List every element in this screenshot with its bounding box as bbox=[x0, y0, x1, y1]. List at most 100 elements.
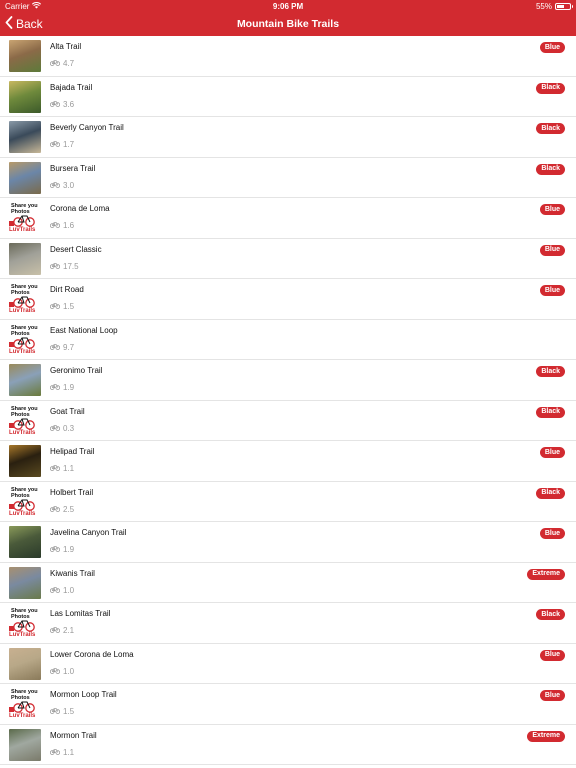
trail-row[interactable]: Bursera Trail 3.0 Black bbox=[0, 158, 576, 198]
trail-row[interactable]: Alta Trail 4.7 Blue bbox=[0, 36, 576, 77]
logo-text: LuvTrails bbox=[9, 308, 36, 314]
trail-row[interactable]: Helipad Trail 1.1 Blue bbox=[0, 441, 576, 482]
trail-content: Lower Corona de Loma 1.0 Blue bbox=[41, 644, 576, 684]
share-photos-placeholder: Share you Photos LuvTrails bbox=[9, 607, 41, 639]
trail-content: Bajada Trail 3.6 Black bbox=[41, 77, 576, 117]
bike-icon bbox=[49, 464, 61, 473]
trail-content: Javelina Canyon Trail 1.9 Blue bbox=[41, 522, 576, 562]
trail-photo bbox=[9, 40, 41, 72]
trail-row[interactable]: Share you Photos LuvTrails East National Lo… bbox=[0, 320, 576, 360]
trail-content: Beverly Canyon Trail 1.7 Black bbox=[41, 117, 576, 157]
distance-value: 1.9 bbox=[63, 545, 75, 554]
trail-row[interactable]: Bajada Trail 3.6 Black bbox=[0, 77, 576, 117]
logo-text: LuvTrails bbox=[9, 510, 36, 517]
share-photos-placeholder: Share you Photos LuvTrails bbox=[9, 202, 41, 234]
trail-row[interactable]: Share you Photos LuvTrails Dirt Road 1.5 Blue bbox=[0, 279, 576, 320]
nav-bar: Back Mountain Bike Trails bbox=[0, 12, 576, 36]
trail-photo bbox=[9, 445, 41, 477]
status-right: 55% bbox=[536, 2, 573, 11]
trail-photo bbox=[9, 647, 41, 680]
wifi-icon bbox=[32, 1, 42, 11]
trail-row[interactable]: Kiwanis Trail 1.0 Extreme bbox=[0, 563, 576, 603]
trail-content: Holbert Trail 2.5 Black bbox=[41, 482, 576, 522]
difficulty-badge: Black bbox=[536, 406, 565, 418]
status-time: 9:06 PM bbox=[272, 1, 304, 11]
carrier-label: Carrier bbox=[5, 1, 30, 11]
trail-row[interactable]: Mormon Trail 1.1 Extreme bbox=[0, 725, 576, 765]
trail-content: Las Lomitas Trail 2.1 Black bbox=[41, 603, 576, 643]
share-photos-placeholder: Share you Photos LuvTrails bbox=[9, 283, 41, 315]
trail-distance: 1.5 bbox=[49, 707, 74, 716]
trail-distance: 1.1 bbox=[49, 747, 75, 757]
trail-distance: 1.1 bbox=[49, 464, 74, 473]
trail-distance: 1.9 bbox=[49, 383, 74, 392]
trail-content: Goat Trail 0.3 Black bbox=[41, 401, 576, 441]
bike-icon bbox=[49, 181, 61, 190]
status-bar: Carrier 9:06 PM 55% bbox=[0, 0, 576, 12]
trail-row[interactable]: Share you Photos LuvTrails Goat Trail 0.3 Bla… bbox=[0, 401, 576, 441]
bike-icon bbox=[49, 343, 61, 352]
trail-distance: 1.5 bbox=[49, 302, 75, 311]
difficulty-badge: Blue bbox=[539, 244, 565, 256]
trail-content: Bursera Trail 3.0 Black bbox=[41, 158, 576, 198]
trail-name: Javelina Canyon Trail bbox=[50, 528, 127, 537]
distance-value: 3.0 bbox=[63, 180, 75, 190]
trail-photo bbox=[9, 526, 41, 558]
back-button[interactable]: Back bbox=[0, 16, 43, 32]
bike-icon bbox=[49, 59, 61, 68]
bike-icon bbox=[49, 586, 61, 595]
trail-distance: 3.6 bbox=[49, 100, 74, 109]
trail-row[interactable]: Javelina Canyon Trail 1.9 Blue bbox=[0, 522, 576, 563]
logo-text: LuvTrails bbox=[9, 713, 36, 719]
distance-value: 1.6 bbox=[63, 221, 75, 230]
distance-value: 1.1 bbox=[63, 747, 75, 757]
chevron-left-icon bbox=[5, 16, 13, 32]
trail-photo bbox=[9, 728, 41, 761]
difficulty-badge: Blue bbox=[539, 528, 565, 539]
trail-name: Goat Trail bbox=[50, 406, 85, 416]
difficulty-badge: Black bbox=[536, 366, 565, 377]
share-photos-placeholder: Share you Photos LuvTrails bbox=[9, 688, 41, 720]
trail-name: Las Lomitas Trail bbox=[50, 609, 111, 618]
trail-name: Desert Classic bbox=[50, 244, 102, 254]
trail-content: Geronimo Trail 1.9 Black bbox=[41, 360, 576, 400]
bike-icon bbox=[49, 626, 61, 635]
trail-name: Beverly Canyon Trail bbox=[50, 123, 124, 132]
difficulty-badge: Blue bbox=[539, 447, 565, 458]
trail-distance: 0.3 bbox=[49, 423, 75, 433]
trail-row[interactable]: Share you Photos LuvTrails Mormon Loop Trai… bbox=[0, 684, 576, 725]
trail-row[interactable]: Share you Photos LuvTrails Corona de Loma 1.… bbox=[0, 198, 576, 239]
difficulty-badge: Blue bbox=[539, 649, 565, 661]
status-left: Carrier bbox=[5, 1, 42, 11]
distance-value: 1.5 bbox=[63, 302, 75, 311]
bike-icon bbox=[49, 262, 61, 271]
trail-distance: 1.6 bbox=[49, 221, 75, 230]
back-label: Back bbox=[16, 17, 43, 31]
distance-value: 17.5 bbox=[63, 261, 79, 271]
battery-icon bbox=[555, 2, 573, 10]
trail-photo bbox=[9, 242, 41, 275]
bike-icon bbox=[49, 140, 61, 149]
trail-content: East National Loop 9.7 bbox=[41, 320, 576, 360]
trail-content: Dirt Road 1.5 Blue bbox=[41, 279, 576, 319]
trail-row[interactable]: Lower Corona de Loma 1.0 Blue bbox=[0, 644, 576, 684]
trail-row[interactable]: Share you Photos LuvTrails Holbert Trail 2.5… bbox=[0, 482, 576, 522]
trail-name: Mormon Loop Trail bbox=[50, 690, 117, 699]
trail-name: East National Loop bbox=[50, 325, 118, 335]
trail-row[interactable]: Beverly Canyon Trail 1.7 Black bbox=[0, 117, 576, 158]
trail-row[interactable]: Share you Photos LuvTrails Las Lomitas Trai… bbox=[0, 603, 576, 644]
bike-icon bbox=[49, 707, 61, 716]
page-title: Mountain Bike Trails bbox=[236, 18, 340, 30]
trail-name: Lower Corona de Loma bbox=[50, 649, 134, 659]
difficulty-badge: Extreme bbox=[527, 730, 565, 742]
distance-value: 0.3 bbox=[63, 423, 75, 433]
luvtrails-logo: LuvTrails bbox=[9, 342, 41, 355]
trail-name: Helipad Trail bbox=[50, 447, 95, 456]
trail-photo bbox=[9, 161, 41, 194]
trail-row[interactable]: Geronimo Trail 1.9 Black bbox=[0, 360, 576, 401]
trail-name: Holbert Trail bbox=[50, 487, 94, 497]
trail-content: Helipad Trail 1.1 Blue bbox=[41, 441, 576, 481]
trail-row[interactable]: Desert Classic 17.5 Blue bbox=[0, 239, 576, 279]
trail-distance: 1.9 bbox=[49, 545, 75, 554]
trail-content: Kiwanis Trail 1.0 Extreme bbox=[41, 563, 576, 603]
